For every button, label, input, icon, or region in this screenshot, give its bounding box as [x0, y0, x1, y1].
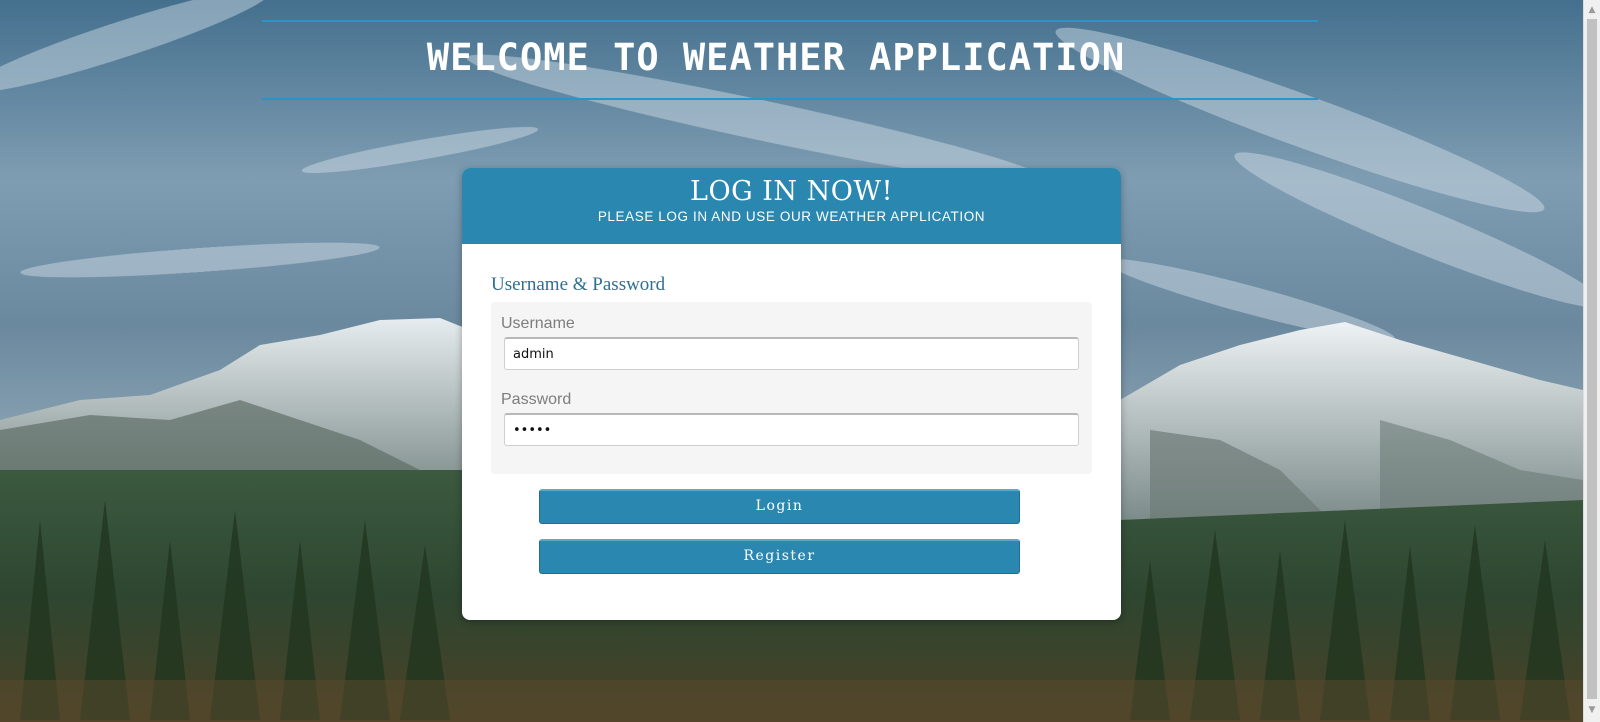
credentials-fieldset: Username Password — [491, 302, 1092, 474]
scrollbar-thumb[interactable] — [1587, 19, 1597, 699]
login-card-header: LOG IN NOW! PLEASE LOG IN AND USE OUR WE… — [462, 168, 1121, 244]
chevron-up-icon[interactable]: ▲ — [1584, 2, 1600, 18]
login-card-subtitle: PLEASE LOG IN AND USE OUR WEATHER APPLIC… — [597, 209, 986, 224]
page-header: WELCOME TO WEATHER APPLICATION — [262, 20, 1318, 100]
credentials-section-label: Username & Password — [491, 274, 666, 295]
chevron-down-icon[interactable]: ▼ — [1584, 702, 1600, 718]
page-viewport: WELCOME TO WEATHER APPLICATION LOG IN NO… — [0, 0, 1583, 722]
login-button[interactable]: Login — [539, 489, 1020, 524]
register-button[interactable]: Register — [539, 539, 1020, 574]
username-input[interactable] — [504, 337, 1079, 370]
password-label: Password — [501, 391, 572, 408]
login-card: LOG IN NOW! PLEASE LOG IN AND USE OUR WE… — [462, 168, 1121, 620]
page-title: WELCOME TO WEATHER APPLICATION — [426, 36, 1126, 79]
password-input[interactable] — [504, 413, 1079, 446]
login-card-title: LOG IN NOW! — [690, 176, 893, 207]
username-label: Username — [501, 315, 575, 332]
vertical-scrollbar[interactable]: ▲ ▼ — [1583, 0, 1600, 722]
